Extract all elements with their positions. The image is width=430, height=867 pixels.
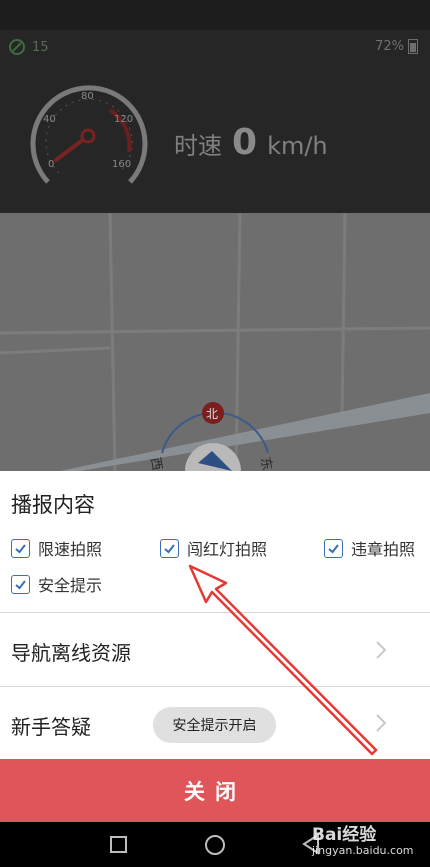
- checkbox-checked-icon[interactable]: [11, 574, 30, 594]
- checkbox-label: 闯红灯拍照: [187, 540, 268, 559]
- road-label-east: 东: [257, 456, 274, 471]
- watermark-brand: Bai经验: [312, 825, 377, 845]
- checkbox-speed-camera[interactable]: 限速拍照: [11, 536, 102, 560]
- checkbox-violation-camera[interactable]: 违章拍照: [324, 536, 415, 560]
- gauge-tick-160: 160: [112, 159, 131, 170]
- gauge-tick-0: 0: [48, 159, 54, 170]
- speed-label: 时速: [174, 132, 222, 160]
- gps-status: 15: [8, 38, 49, 56]
- speed-readout: 时速 0 km/h: [174, 122, 328, 163]
- battery-status: 72%: [375, 39, 418, 54]
- road-label-west: 西: [147, 456, 164, 471]
- gauge-tick-120: 120: [114, 114, 133, 125]
- checkbox-checked-icon[interactable]: [11, 538, 30, 558]
- checkbox-safety-tips[interactable]: 安全提示: [11, 572, 102, 596]
- home-icon[interactable]: [205, 835, 225, 855]
- checkbox-label: 限速拍照: [38, 540, 103, 559]
- baidu-jingyan-watermark: Bai经验 jingyan.baidu.com: [312, 826, 414, 857]
- safety-tips-toast: 安全提示开启: [153, 707, 276, 743]
- status-bar: [0, 0, 430, 30]
- speed-value: 0: [232, 122, 258, 163]
- map-view[interactable]: 北 西 东: [0, 213, 430, 471]
- satellite-count: 15: [32, 39, 49, 55]
- gauge-tick-80: 80: [81, 91, 94, 102]
- system-nav-bar: Bai经验 jingyan.baidu.com: [0, 822, 430, 867]
- broadcast-settings-sheet: 播报内容 限速拍照 闯红灯拍照 违章拍照 安全提示 导航离线资源 新手答疑 安全…: [0, 471, 430, 759]
- checkbox-checked-icon[interactable]: [160, 538, 179, 558]
- compass-north-label: 北: [206, 407, 218, 421]
- map-roads: 北 西 东: [0, 213, 430, 471]
- speed-unit: km/h: [267, 132, 328, 160]
- gps-satellite-icon: [9, 39, 25, 55]
- watermark-url: jingyan.baidu.com: [312, 843, 414, 857]
- faq-label: 新手答疑: [11, 715, 91, 739]
- recent-apps-icon[interactable]: [110, 836, 127, 853]
- chevron-right-icon: [376, 641, 387, 659]
- battery-text: 72%: [375, 39, 404, 54]
- gauge-tick-40: 40: [43, 114, 56, 125]
- offline-resources-label: 导航离线资源: [11, 641, 131, 665]
- checkbox-checked-icon[interactable]: [324, 538, 343, 558]
- chevron-right-icon: [376, 714, 387, 732]
- offline-resources-row[interactable]: 导航离线资源: [0, 613, 430, 686]
- speed-panel: 15 72% 0 40 80 120 160 时速 0 km/h: [0, 30, 430, 213]
- battery-icon: [408, 39, 418, 54]
- speedometer-gauge: 0 40 80 120 160: [30, 85, 148, 184]
- checkbox-label: 安全提示: [38, 576, 103, 595]
- broadcast-section-title: 播报内容: [11, 493, 95, 517]
- close-button[interactable]: 关闭: [0, 759, 430, 822]
- checkbox-red-light-camera[interactable]: 闯红灯拍照: [160, 536, 267, 560]
- checkbox-label: 违章拍照: [351, 540, 416, 559]
